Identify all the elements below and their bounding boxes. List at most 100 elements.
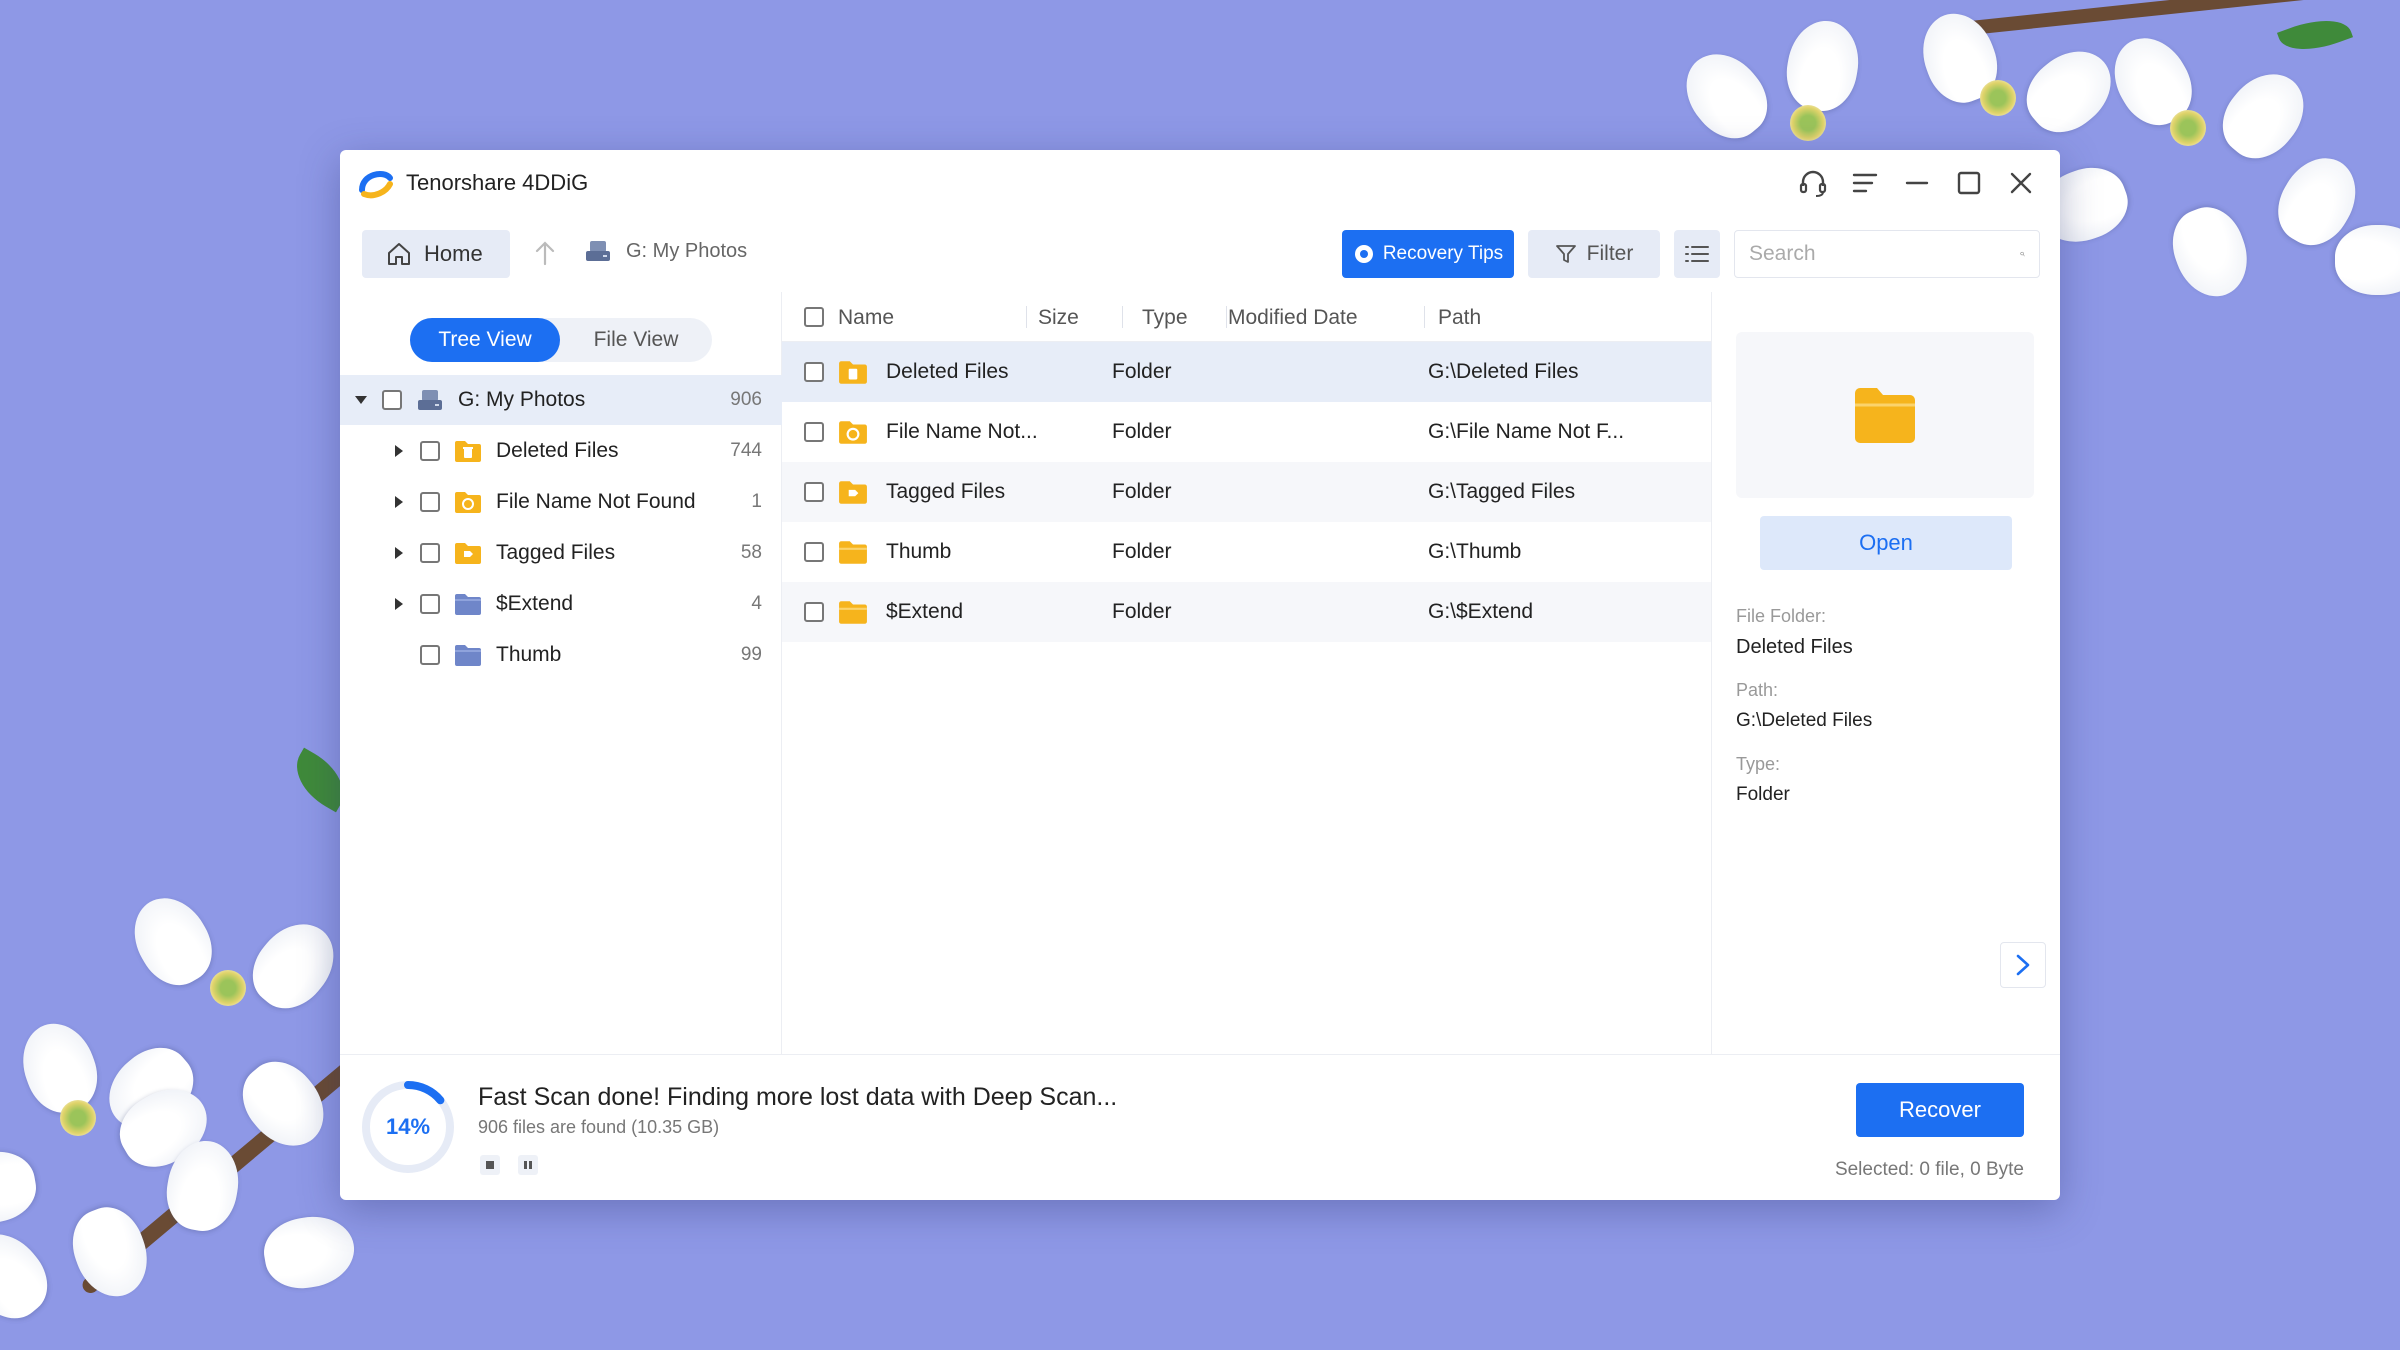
recovery-tips-label: Recovery Tips <box>1382 243 1504 264</box>
scan-status-subtitle: 906 files are found (10.35 GB) <box>478 1117 720 1137</box>
deleted-folder-icon <box>839 361 867 384</box>
tree-item-count: 4 <box>751 593 762 614</box>
row-path: G:\File Name Not F... <box>1428 420 1625 443</box>
list-icon <box>1685 246 1709 262</box>
maximize-icon[interactable] <box>1950 164 1988 202</box>
column-modified-date[interactable]: Modified Date <box>1228 306 1358 330</box>
scan-status-title: Fast Scan done! Finding more lost data w… <box>478 1083 1118 1111</box>
tree-root-checkbox[interactable] <box>382 390 402 410</box>
table-row[interactable]: Thumb Folder G:\Thumb <box>782 522 1711 582</box>
eye-icon <box>1354 245 1373 263</box>
filter-icon <box>1555 245 1576 263</box>
tree-item-extend[interactable]: $Extend 4 <box>340 579 782 629</box>
row-type: Folder <box>1112 540 1172 563</box>
app-window: Tenorshare 4DDiG Home G: My Photos Recov… <box>340 150 2060 1200</box>
list-view-button[interactable] <box>1674 230 1720 278</box>
row-name: $Extend <box>886 600 964 623</box>
tree-item-deleted-files[interactable]: Deleted Files 744 <box>340 426 782 476</box>
recovery-tips-button[interactable]: Recovery Tips <box>1342 230 1514 278</box>
table-row[interactable]: Tagged Files Folder G:\Tagged Files <box>782 462 1711 522</box>
row-type: Folder <box>1112 360 1172 383</box>
folder-icon <box>839 601 867 624</box>
system-folder-icon <box>455 594 481 615</box>
tree-item-checkbox[interactable] <box>420 543 440 563</box>
minimize-icon[interactable] <box>1898 164 1936 202</box>
row-checkbox[interactable] <box>804 602 824 622</box>
tree-item-checkbox[interactable] <box>420 594 440 614</box>
tree-item-label: $Extend <box>496 592 574 615</box>
home-button[interactable]: Home <box>362 230 510 278</box>
path-label: Path: <box>1736 680 1779 700</box>
chevron-right-icon <box>2016 954 2030 976</box>
row-path: G:\Thumb <box>1428 540 1522 563</box>
row-name: Deleted Files <box>886 360 1009 383</box>
row-name: Thumb <box>886 540 952 563</box>
view-toggle: Tree View File View <box>410 318 712 362</box>
breadcrumb: G: My Photos <box>584 238 747 264</box>
selected-summary: Selected: 0 file, 0 Byte <box>1834 1159 2024 1180</box>
up-arrow-icon[interactable] <box>530 238 560 268</box>
breadcrumb-label: G: My Photos <box>626 239 748 262</box>
row-path: G:\Deleted Files <box>1428 360 1579 383</box>
caret-right-icon[interactable] <box>392 546 406 560</box>
table-header: Name Size Type Modified Date Path <box>782 292 1711 342</box>
close-icon[interactable] <box>2002 164 2040 202</box>
caret-right-icon[interactable] <box>392 597 406 611</box>
row-checkbox[interactable] <box>804 362 824 382</box>
deleted-folder-icon <box>455 441 481 462</box>
tree-item-tagged-files[interactable]: Tagged Files 58 <box>340 528 782 578</box>
column-path[interactable]: Path <box>1438 306 1481 330</box>
pause-scan-button[interactable] <box>518 1155 538 1175</box>
filter-button[interactable]: Filter <box>1528 230 1660 278</box>
file-folder-value: Deleted Files <box>1736 636 1853 658</box>
tree-item-label: File Name Not Found <box>496 490 696 513</box>
table-row[interactable]: Deleted Files Folder G:\Deleted Files <box>782 342 1711 402</box>
row-path: G:\Tagged Files <box>1428 480 1576 503</box>
tree-item-label: G: My Photos <box>458 388 586 411</box>
recover-button[interactable]: Recover <box>1856 1083 2024 1137</box>
stop-scan-button[interactable] <box>480 1155 500 1175</box>
tree-item-checkbox[interactable] <box>420 441 440 461</box>
row-path: G:\$Extend <box>1428 600 1534 623</box>
tagged-folder-icon <box>839 481 867 504</box>
column-type[interactable]: Type <box>1142 306 1188 330</box>
search-icon[interactable] <box>2020 242 2025 266</box>
caret-right-icon[interactable] <box>392 495 406 509</box>
tree-view-tab[interactable]: Tree View <box>410 318 560 362</box>
menu-icon[interactable] <box>1846 164 1884 202</box>
column-name[interactable]: Name <box>838 306 894 330</box>
row-name: File Name Not... <box>886 420 1038 443</box>
drive-icon <box>586 241 610 261</box>
table-row[interactable]: $Extend Folder G:\$Extend <box>782 582 1711 642</box>
select-all-checkbox[interactable] <box>804 307 824 327</box>
tree-item-label: Deleted Files <box>496 439 619 462</box>
caret-down-icon[interactable] <box>354 393 368 407</box>
tree-item-thumb[interactable]: Thumb 99 <box>340 630 782 680</box>
open-button[interactable]: Open <box>1760 516 2012 570</box>
drive-icon <box>418 390 442 410</box>
tree-item-label: Tagged Files <box>496 541 616 564</box>
support-headset-icon[interactable] <box>1794 164 1832 202</box>
search-box[interactable] <box>1734 230 2040 278</box>
tree-item-checkbox[interactable] <box>420 645 440 665</box>
scan-status-bar: 14% Fast Scan done! Finding more lost da… <box>340 1054 2060 1200</box>
collapse-panel-button[interactable] <box>2000 942 2046 988</box>
caret-right-icon[interactable] <box>392 444 406 458</box>
tree-item-count: 744 <box>730 440 762 461</box>
table-row[interactable]: File Name Not... Folder G:\File Name Not… <box>782 402 1711 462</box>
file-folder-label: File Folder: <box>1736 606 1827 626</box>
search-input[interactable] <box>1749 242 2020 266</box>
column-size[interactable]: Size <box>1038 306 1079 330</box>
file-view-tab[interactable]: File View <box>560 318 712 362</box>
pause-icon <box>524 1161 532 1169</box>
folder-preview-icon <box>1855 388 1915 443</box>
tree-item-checkbox[interactable] <box>420 492 440 512</box>
row-checkbox[interactable] <box>804 542 824 562</box>
row-checkbox[interactable] <box>804 482 824 502</box>
progress-percent: 14% <box>385 1114 431 1139</box>
tree-item-file-name-not-found[interactable]: File Name Not Found 1 <box>340 477 782 527</box>
row-type: Folder <box>1112 600 1172 623</box>
tree-item-count: 58 <box>740 542 762 563</box>
tree-item-root[interactable]: G: My Photos 906 <box>340 375 782 425</box>
row-checkbox[interactable] <box>804 422 824 442</box>
